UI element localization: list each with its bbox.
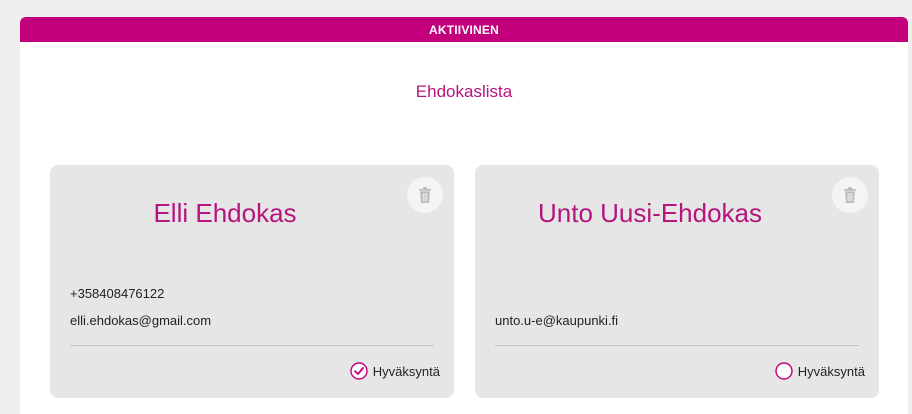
delete-candidate-button[interactable] (407, 177, 443, 213)
page: AKTIIVINEN Ehdokaslista Elli Ehdokas +35… (0, 0, 912, 414)
candidate-email: elli.ehdokas@gmail.com (70, 313, 212, 328)
approval-checkbox[interactable]: Hyväksyntä (350, 362, 440, 380)
empty-circle-icon (775, 362, 793, 380)
candidate-name: Elli Ehdokas (153, 198, 297, 228)
list-title: Ehdokaslista (415, 82, 513, 101)
approval-label: Hyväksyntä (797, 363, 865, 379)
trash-icon (419, 186, 431, 203)
checked-circle-icon (350, 362, 368, 380)
card-divider (495, 345, 859, 346)
approval-label: Hyväksyntä (372, 363, 440, 379)
card-divider (70, 345, 434, 346)
candidate-email: unto.u-e@kaupunki.fi (495, 313, 619, 328)
delete-candidate-button[interactable] (832, 177, 868, 213)
status-label: AKTIIVINEN (428, 22, 499, 37)
candidate-phone: +358408476122 (70, 286, 165, 301)
candidate-list-panel: AKTIIVINEN Ehdokaslista Elli Ehdokas +35… (20, 17, 908, 414)
candidate-card: Unto Uusi-Ehdokas unto.u-e@kaupunki.fi H… (475, 165, 879, 398)
status-header: AKTIIVINEN (20, 17, 908, 42)
candidate-card: Elli Ehdokas +358408476122 elli.ehdokas@… (50, 165, 454, 398)
approval-checkbox[interactable]: Hyväksyntä (775, 362, 865, 380)
trash-icon (844, 186, 856, 203)
candidate-name: Unto Uusi-Ehdokas (538, 198, 762, 228)
